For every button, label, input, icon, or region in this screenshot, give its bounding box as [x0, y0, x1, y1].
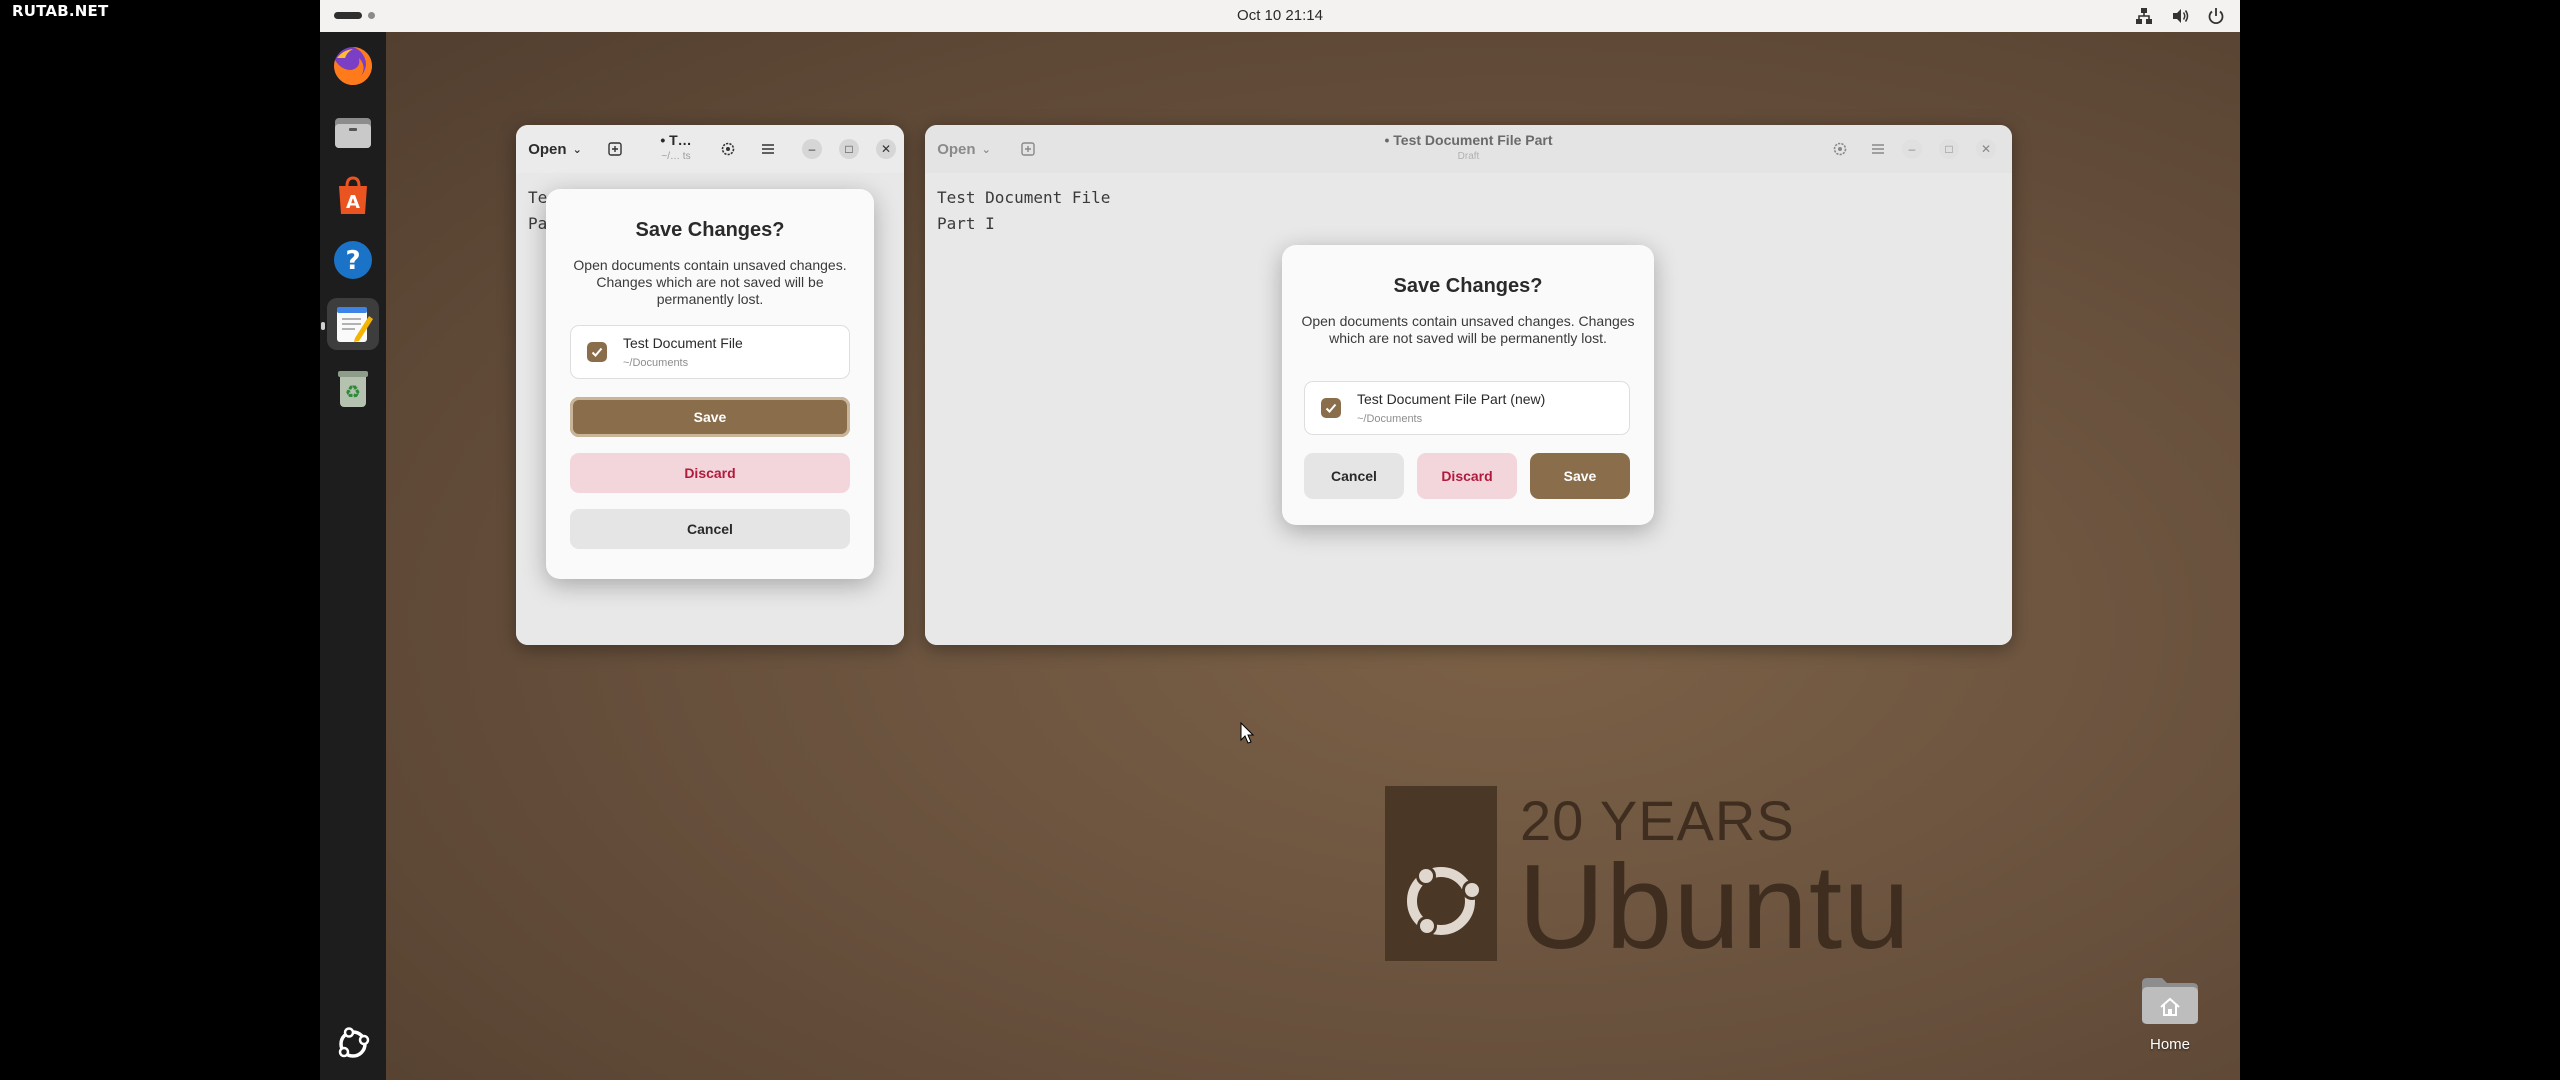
clock[interactable]: Oct 10 21:14	[320, 7, 2240, 24]
dialog-title: Save Changes?	[635, 219, 785, 241]
close-icon[interactable]: ✕	[1976, 139, 1996, 159]
desktop: Oct 10 21:14 A ? ♻ 20 YEARS Ubuntu Open …	[320, 0, 2240, 1080]
home-folder-icon[interactable]	[2140, 975, 2200, 1025]
text-editor-window-left: Open ⌄ • T… ~/… ts – □ ✕ Te Pa Save Chan…	[516, 125, 904, 645]
settings-icon[interactable]	[1828, 135, 1852, 163]
new-tab-icon[interactable]	[604, 135, 626, 163]
volume-icon[interactable]	[2170, 6, 2190, 26]
ubuntu-logo	[1385, 786, 1497, 961]
text-line: Test Document File	[937, 188, 1111, 207]
save-changes-dialog: Save Changes? Open documents contain uns…	[546, 189, 874, 579]
window-header: Open ⌄ • T… ~/… ts – □ ✕	[516, 125, 904, 173]
file-path: ~/Documents	[623, 357, 689, 369]
files-icon[interactable]	[327, 106, 379, 158]
firefox-icon[interactable]	[327, 40, 379, 92]
running-indicator	[321, 322, 325, 330]
network-icon[interactable]	[2134, 6, 2154, 26]
window-subtitle: ~/… ts	[661, 151, 691, 162]
window-header: Open ⌄ • Test Document File Part Draft –…	[925, 125, 2012, 173]
minimize-icon[interactable]: –	[802, 139, 822, 159]
help-icon[interactable]: ?	[327, 234, 379, 286]
app-center-icon[interactable]: A	[327, 170, 379, 222]
watermark: RUTAB.NET	[12, 2, 109, 20]
checkbox-checked-icon[interactable]	[1321, 398, 1341, 418]
svg-text:♻: ♻	[345, 382, 361, 403]
dialog-title: Save Changes?	[1393, 275, 1543, 297]
file-list-item[interactable]: Test Document File Part (new) ~/Document…	[1304, 381, 1630, 435]
screen: RUTAB.NET Oct 10 21:14 A ? ♻ 20 YEARS Ub…	[0, 0, 2560, 1080]
save-changes-dialog: Save Changes? Open documents contain uns…	[1282, 245, 1654, 525]
cancel-button[interactable]: Cancel	[1304, 453, 1404, 499]
trash-icon[interactable]: ♻	[327, 362, 379, 414]
file-list-item[interactable]: Test Document File ~/Documents	[570, 325, 850, 379]
checkbox-checked-icon[interactable]	[587, 342, 607, 362]
settings-icon[interactable]	[716, 135, 740, 163]
chevron-down-icon: ⌄	[572, 143, 582, 156]
minimize-icon[interactable]: –	[1902, 139, 1922, 159]
save-button[interactable]: Save	[570, 397, 850, 437]
branding-name: Ubuntu	[1518, 840, 1911, 974]
show-apps-icon[interactable]	[327, 1018, 379, 1070]
discard-button[interactable]: Discard	[1417, 453, 1517, 499]
open-button[interactable]: Open ⌄	[524, 135, 586, 163]
dock: A ? ♻	[320, 32, 386, 1080]
window-title: • T…	[660, 132, 692, 148]
open-label: Open	[528, 140, 567, 158]
close-icon[interactable]: ✕	[876, 139, 896, 159]
file-name: Test Document File	[623, 335, 743, 351]
svg-text:?: ?	[345, 246, 360, 276]
text-line: Part I	[937, 214, 995, 233]
file-name: Test Document File Part (new)	[1357, 391, 1546, 407]
dialog-message: Open documents contain unsaved changes. …	[573, 257, 847, 307]
text-editor-window-right: Open ⌄ • Test Document File Part Draft –…	[925, 125, 2012, 645]
dialog-message: Open documents contain unsaved changes. …	[1301, 313, 1635, 346]
save-button[interactable]: Save	[1530, 453, 1630, 499]
top-bar: Oct 10 21:14	[320, 0, 2240, 32]
file-path: ~/Documents	[1357, 413, 1423, 425]
cancel-button[interactable]: Cancel	[570, 509, 850, 549]
home-folder-label: Home	[2149, 1036, 2190, 1053]
maximize-icon[interactable]: □	[839, 139, 859, 159]
menu-icon[interactable]	[756, 135, 780, 163]
system-tray[interactable]	[2134, 6, 2226, 26]
discard-button[interactable]: Discard	[570, 453, 850, 493]
svg-text:A: A	[346, 192, 360, 213]
maximize-icon[interactable]: □	[1939, 139, 1959, 159]
menu-icon[interactable]	[1866, 135, 1890, 163]
text-editor-icon[interactable]	[327, 298, 379, 350]
mouse-cursor-icon	[1240, 721, 1255, 749]
power-icon[interactable]	[2206, 6, 2226, 26]
